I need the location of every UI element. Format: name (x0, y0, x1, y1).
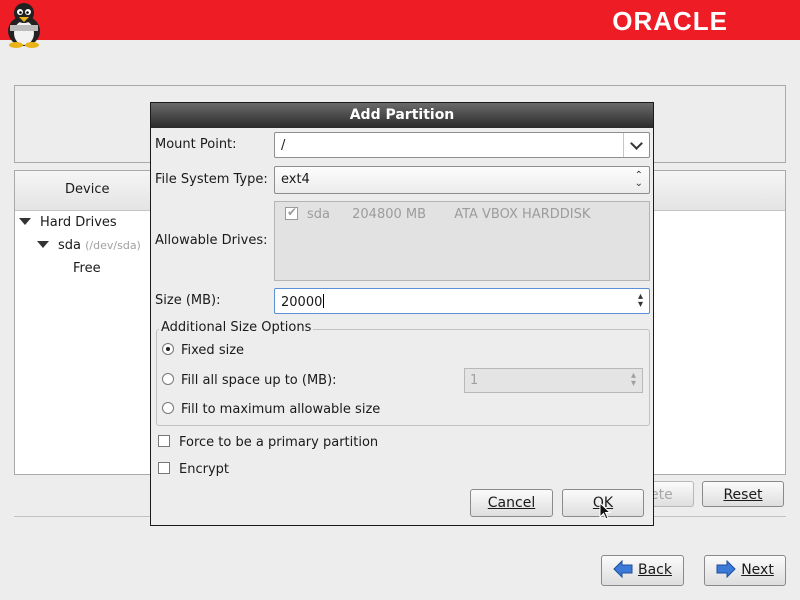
allowable-drives-list[interactable]: sda 204800 MB ATA VBOX HARDDISK (274, 201, 650, 281)
device-column-label: Device (65, 182, 110, 197)
size-value: 20000 (281, 294, 325, 310)
header-bar: ORACLE (0, 0, 800, 48)
device-path: (/dev/sda) (85, 239, 141, 252)
reset-button[interactable]: Reset (702, 481, 784, 507)
mount-point-value: / (281, 138, 286, 153)
back-button[interactable]: Back (601, 555, 684, 586)
cancel-button[interactable]: Cancel (470, 489, 553, 517)
mount-point-label: Mount Point: (155, 137, 237, 152)
mount-point-combo[interactable]: / (274, 132, 650, 158)
radio-icon[interactable] (162, 373, 174, 385)
updown-chevron-icon: ⌃ ⌄ (634, 170, 643, 189)
dialog-title: Add Partition (151, 103, 653, 128)
checkbox-icon[interactable] (158, 435, 170, 447)
tux-penguin-logo-icon (8, 3, 40, 48)
size-label: Size (MB): (155, 293, 221, 308)
tree-item-free[interactable]: Free (73, 261, 101, 276)
radio-selected-icon[interactable] (162, 343, 174, 355)
fixed-size-option[interactable]: Fixed size (162, 343, 244, 358)
next-button[interactable]: Next (704, 555, 786, 586)
oracle-logo: ORACLE (612, 6, 728, 36)
checkbox-icon[interactable] (158, 462, 170, 474)
file-system-type-value: ext4 (281, 172, 310, 187)
spin-arrows-icon: ▴ ▾ (630, 370, 636, 389)
size-spinbox[interactable]: 20000 ▴ ▾ (274, 288, 650, 314)
mount-point-dropdown-button[interactable] (623, 133, 649, 157)
drive-row[interactable]: sda 204800 MB ATA VBOX HARDDISK (285, 205, 590, 222)
fill-max-option[interactable]: Fill to maximum allowable size (162, 402, 380, 417)
encrypt-checkbox[interactable]: Encrypt (158, 462, 229, 477)
primary-partition-checkbox[interactable]: Force to be a primary partition (158, 435, 378, 450)
next-arrow-icon (716, 560, 736, 578)
expander-triangle-icon[interactable] (19, 218, 31, 225)
file-system-type-select[interactable]: ext4 ⌃ ⌄ (274, 166, 650, 194)
mouse-pointer-icon (599, 502, 611, 520)
chevron-down-icon (630, 137, 643, 150)
file-system-type-label: File System Type: (155, 172, 268, 187)
tree-item-sda[interactable]: sda (/dev/sda) (37, 238, 141, 253)
add-partition-dialog: Add Partition Mount Point: / File System… (150, 102, 654, 526)
allowable-drives-label: Allowable Drives: (155, 233, 268, 248)
fill-upto-spinbox[interactable]: 1 ▴ ▾ (464, 368, 643, 393)
expander-triangle-icon[interactable] (37, 241, 49, 248)
drive-checkbox[interactable] (285, 205, 298, 220)
fill-upto-option[interactable]: Fill all space up to (MB): (162, 373, 337, 388)
additional-size-options-label: Additional Size Options (159, 320, 314, 335)
back-arrow-icon (613, 560, 633, 578)
radio-icon[interactable] (162, 402, 174, 414)
spin-arrows-icon[interactable]: ▴ ▾ (638, 292, 643, 310)
tree-item-hard-drives[interactable]: Hard Drives (19, 215, 117, 230)
